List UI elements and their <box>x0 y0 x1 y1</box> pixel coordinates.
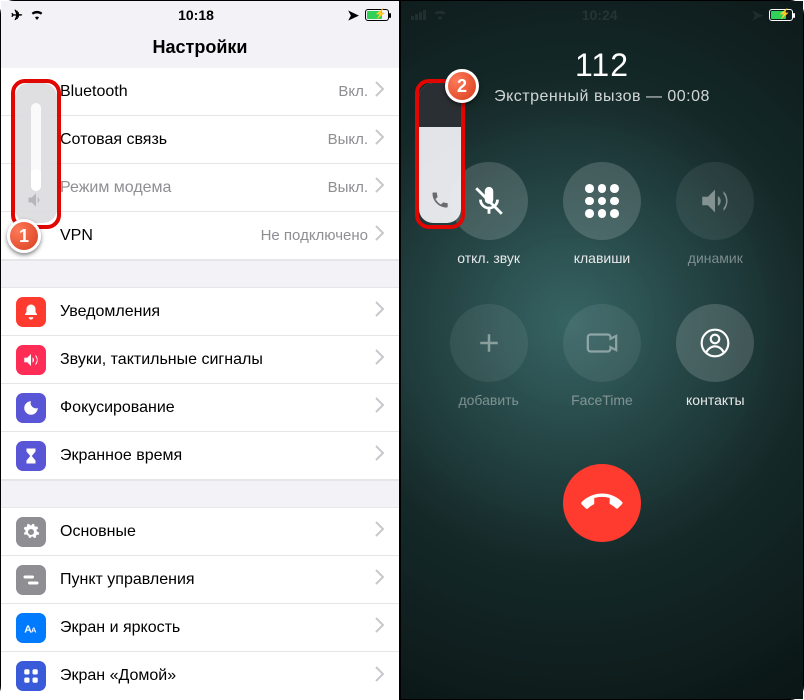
chevron-right-icon <box>374 301 384 322</box>
row-general[interactable]: Основные <box>1 508 399 556</box>
row-label: Пункт управления <box>60 571 374 589</box>
chevron-right-icon <box>374 225 384 246</box>
speaker-icon <box>16 345 46 375</box>
call-screen: 10:24 ➤ ⚡ 112 Экстренный вызов — 00:08 о… <box>401 1 803 699</box>
chevron-right-icon <box>374 521 384 542</box>
keypad-icon <box>585 184 619 218</box>
end-call-button[interactable] <box>563 464 641 542</box>
settings-group-connectivity: Bluetooth Вкл. Сотовая связь Выкл. Режим… <box>1 68 399 260</box>
button-label: динамик <box>688 250 743 266</box>
row-label: Режим модема <box>60 179 328 197</box>
keypad-button[interactable]: клавиши <box>563 162 641 266</box>
button-label: добавить <box>458 392 518 408</box>
battery-icon: ⚡ <box>769 9 793 21</box>
row-control-center[interactable]: Пункт управления <box>1 556 399 604</box>
row-bluetooth[interactable]: Bluetooth Вкл. <box>1 68 399 116</box>
button-label: откл. звук <box>457 250 520 266</box>
annotation-badge-2: 2 <box>445 69 479 103</box>
annotation-badge-1: 1 <box>7 219 41 253</box>
airplane-icon: ✈︎ <box>11 7 23 24</box>
volume-hud[interactable] <box>419 83 461 223</box>
wifi-icon <box>29 8 45 23</box>
facetime-button[interactable]: FaceTime <box>563 304 641 408</box>
add-call-button[interactable]: добавить <box>450 304 528 408</box>
row-label: Фокусирование <box>60 399 374 417</box>
battery-icon: ⚡ <box>365 9 389 21</box>
speaker-button[interactable]: динамик <box>676 162 754 266</box>
settings-group-notifications: Уведомления Звуки, тактильные сигналы Фо… <box>1 288 399 480</box>
row-label: Уведомления <box>60 303 374 321</box>
chevron-right-icon <box>374 129 384 150</box>
chevron-right-icon <box>374 445 384 466</box>
location-icon: ➤ <box>347 7 359 24</box>
row-label: Сотовая связь <box>60 131 328 149</box>
chevron-right-icon <box>374 177 384 198</box>
switches-icon <box>16 565 46 595</box>
svg-text:A: A <box>31 625 37 634</box>
row-home-screen[interactable]: Экран «Домой» <box>1 652 399 700</box>
gear-icon <box>16 517 46 547</box>
phone-icon <box>430 190 450 215</box>
row-hotspot[interactable]: Режим модема Выкл. <box>1 164 399 212</box>
chevron-right-icon <box>374 666 384 687</box>
row-value: Выкл. <box>328 179 368 196</box>
moon-icon <box>16 393 46 423</box>
settings-group-general: Основные Пункт управления AA Экран и ярк… <box>1 508 399 700</box>
row-label: Звуки, тактильные сигналы <box>60 351 374 369</box>
speaker-mute-icon <box>26 190 46 215</box>
row-label: Экран «Домой» <box>60 667 374 685</box>
row-vpn[interactable]: VPN Не подключено <box>1 212 399 260</box>
row-cellular[interactable]: Сотовая связь Выкл. <box>1 116 399 164</box>
chevron-right-icon <box>374 617 384 638</box>
call-actions-grid: откл. звук клавиши динамик добавить Face… <box>432 162 772 408</box>
row-display[interactable]: AA Экран и яркость <box>1 604 399 652</box>
chevron-right-icon <box>374 569 384 590</box>
button-label: FaceTime <box>571 392 633 408</box>
chevron-right-icon <box>374 81 384 102</box>
row-sounds[interactable]: Звуки, тактильные сигналы <box>1 336 399 384</box>
status-time: 10:18 <box>178 7 214 23</box>
button-label: контакты <box>686 392 745 408</box>
settings-screen: ✈︎ 10:18 ➤ ⚡ Настройки Bluetooth Вкл. Со… <box>1 1 399 699</box>
grid-icon <box>16 661 46 691</box>
chevron-right-icon <box>374 397 384 418</box>
text-size-icon: AA <box>16 613 46 643</box>
page-title: Настройки <box>1 29 399 68</box>
row-label: Bluetooth <box>60 83 338 101</box>
mute-button[interactable]: откл. звук <box>450 162 528 266</box>
row-label: Экранное время <box>60 447 374 465</box>
row-label: Основные <box>60 523 374 541</box>
row-screentime[interactable]: Экранное время <box>1 432 399 480</box>
hourglass-icon <box>16 441 46 471</box>
contacts-button[interactable]: контакты <box>676 304 754 408</box>
row-label: VPN <box>60 227 261 245</box>
row-value: Выкл. <box>328 131 368 148</box>
chevron-right-icon <box>374 349 384 370</box>
row-notifications[interactable]: Уведомления <box>1 288 399 336</box>
row-value: Вкл. <box>338 83 368 100</box>
button-label: клавиши <box>574 250 631 266</box>
row-value: Не подключено <box>261 227 368 244</box>
bell-icon <box>16 297 46 327</box>
row-label: Экран и яркость <box>60 619 374 637</box>
status-bar: ✈︎ 10:18 ➤ ⚡ <box>1 1 399 29</box>
volume-hud[interactable] <box>15 83 57 223</box>
row-focus[interactable]: Фокусирование <box>1 384 399 432</box>
